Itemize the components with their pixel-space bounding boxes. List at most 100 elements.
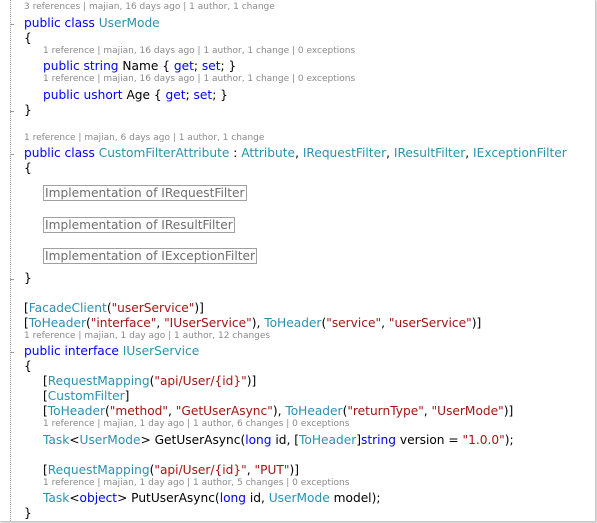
- type-token: Attribute: [241, 146, 296, 160]
- keyword-token: object: [79, 491, 118, 505]
- string-token: "method": [109, 404, 169, 418]
- type-token: Task: [43, 432, 70, 447]
- code-line: [RequestMapping("api/User/{id}")]: [43, 374, 256, 389]
- string-token: "api/User/{id}": [154, 374, 247, 388]
- type-token: ToHeader: [47, 404, 105, 418]
- collapsed-region-line: Implementation of IExceptionFilter: [43, 248, 258, 264]
- collapsed-region-line: Implementation of IRequestFilter: [43, 185, 247, 201]
- keyword-token: set: [201, 59, 221, 73]
- codelens-line[interactable]: 1 reference | majian, 1 day ago | 1 auth…: [24, 331, 270, 342]
- string-token: "GetUserAsync": [175, 404, 273, 418]
- string-token: "service": [326, 315, 382, 330]
- code-token: > PutUserAsync(: [117, 491, 220, 505]
- code-line: [ToHeader("method", "GetUserAsync"), ToH…: [43, 404, 513, 419]
- codelens-line[interactable]: 1 reference | majian, 1 day ago | 1 auth…: [43, 419, 349, 430]
- keyword-token: long: [219, 491, 246, 505]
- keyword-token: string: [83, 59, 119, 73]
- code-token: ]: [124, 389, 130, 403]
- code-token: model);: [329, 491, 381, 505]
- type-token: CustomFilterAttribute: [98, 146, 230, 160]
- string-token: "1.0.0": [462, 432, 505, 447]
- keyword-token: long: [245, 432, 272, 447]
- string-token: "returnType": [347, 404, 424, 418]
- code-line: {: [24, 359, 32, 374]
- keyword-token: string: [361, 432, 396, 447]
- code-token: ,: [423, 404, 432, 418]
- code-token: <: [69, 491, 80, 505]
- code-line: }: [24, 271, 32, 286]
- code-line: public interface IUserService: [24, 344, 199, 359]
- type-token: ToHeader: [285, 404, 343, 418]
- code-token: }: [24, 270, 32, 285]
- keyword-token: public: [43, 59, 80, 73]
- type-token: IRequestFilter: [302, 146, 387, 160]
- code-token: }: [24, 102, 32, 117]
- outline-tick: [10, 23, 14, 25]
- string-token: "userService": [388, 315, 472, 330]
- code-token: ,: [246, 462, 255, 477]
- code-line: [FacadeClient("userService")]: [24, 301, 204, 316]
- codelens-line[interactable]: 1 reference | majian, 16 days ago | 1 au…: [43, 46, 355, 57]
- code-token: ,: [295, 146, 303, 160]
- code-line: public class UserMode: [24, 16, 160, 31]
- collapsed-region[interactable]: Implementation of IRequestFilter: [43, 185, 247, 201]
- keyword-token: public: [24, 344, 61, 358]
- type-token: Task: [43, 491, 70, 505]
- code-token: ;: [185, 87, 194, 102]
- code-line: Task<object> PutUserAsync(long id, UserM…: [43, 491, 380, 506]
- outlining-margin: [10, 0, 11, 521]
- outline-tick: [10, 154, 14, 155]
- type-token: IUserService: [122, 344, 200, 358]
- keyword-token: interface: [64, 344, 119, 358]
- code-token: Name {: [118, 59, 174, 73]
- code-token: {: [24, 359, 32, 373]
- outline-tick: [10, 278, 14, 280]
- type-token: IResultFilter: [393, 146, 466, 160]
- code-token: ,: [156, 315, 165, 330]
- code-line: {: [24, 31, 32, 46]
- collapsed-region-line: Implementation of IResultFilter: [43, 216, 235, 233]
- string-token: "interface": [90, 315, 157, 330]
- code-token: )]: [503, 404, 514, 418]
- code-token: );: [504, 432, 514, 447]
- code-token: ;: [193, 59, 202, 73]
- collapsed-region[interactable]: Implementation of IResultFilter: [43, 216, 235, 233]
- collapsed-region[interactable]: Implementation of IExceptionFilter: [43, 248, 258, 264]
- code-token: ,: [168, 404, 176, 418]
- string-token: "api/User/{id}": [154, 462, 247, 477]
- code-line: [ToHeader("interface", "IUserService"), …: [24, 316, 481, 331]
- code-line: {: [24, 161, 32, 176]
- codelens-line[interactable]: 3 references | majian, 16 days ago | 1 a…: [24, 2, 275, 13]
- outline-tick: [10, 110, 14, 112]
- code-token: ; }: [220, 59, 237, 73]
- string-token: "userService": [111, 300, 195, 315]
- code-token: Age {: [122, 87, 166, 102]
- type-token: IExceptionFilter: [473, 146, 567, 160]
- code-token: {: [24, 161, 32, 175]
- type-token: UserMode: [98, 15, 160, 30]
- code-token: )]: [246, 374, 257, 388]
- type-token: ToHeader: [264, 315, 322, 330]
- outline-tick: [10, 352, 14, 353]
- type-token: FacadeClient: [28, 300, 107, 315]
- code-line: }: [24, 103, 32, 118]
- code-token: )]: [289, 462, 299, 477]
- codelens-line[interactable]: 1 reference | majian, 6 days ago | 1 aut…: [24, 133, 264, 144]
- keyword-token: public: [24, 15, 61, 30]
- type-token: ToHeader: [299, 432, 357, 447]
- codelens-line[interactable]: 1 reference | majian, 16 days ago | 1 au…: [43, 74, 355, 85]
- code-token: ; }: [212, 87, 228, 102]
- code-token: ,: [386, 146, 394, 160]
- type-token: UserMode: [79, 432, 141, 447]
- keyword-token: public: [24, 146, 61, 160]
- keyword-token: ushort: [83, 87, 123, 102]
- code-token: <: [69, 432, 80, 447]
- string-token: "PUT": [254, 462, 290, 477]
- code-token: id, [: [271, 432, 300, 447]
- code-editor[interactable]: 3 references | majian, 16 days ago | 1 a…: [0, 0, 596, 522]
- codelens-line[interactable]: 1 reference | majian, 1 day ago | 1 auth…: [43, 478, 349, 489]
- code-line: [CustomFilter]: [43, 389, 129, 404]
- type-token: ToHeader: [28, 315, 86, 330]
- code-token: {: [24, 30, 32, 45]
- type-token: RequestMapping: [47, 374, 150, 388]
